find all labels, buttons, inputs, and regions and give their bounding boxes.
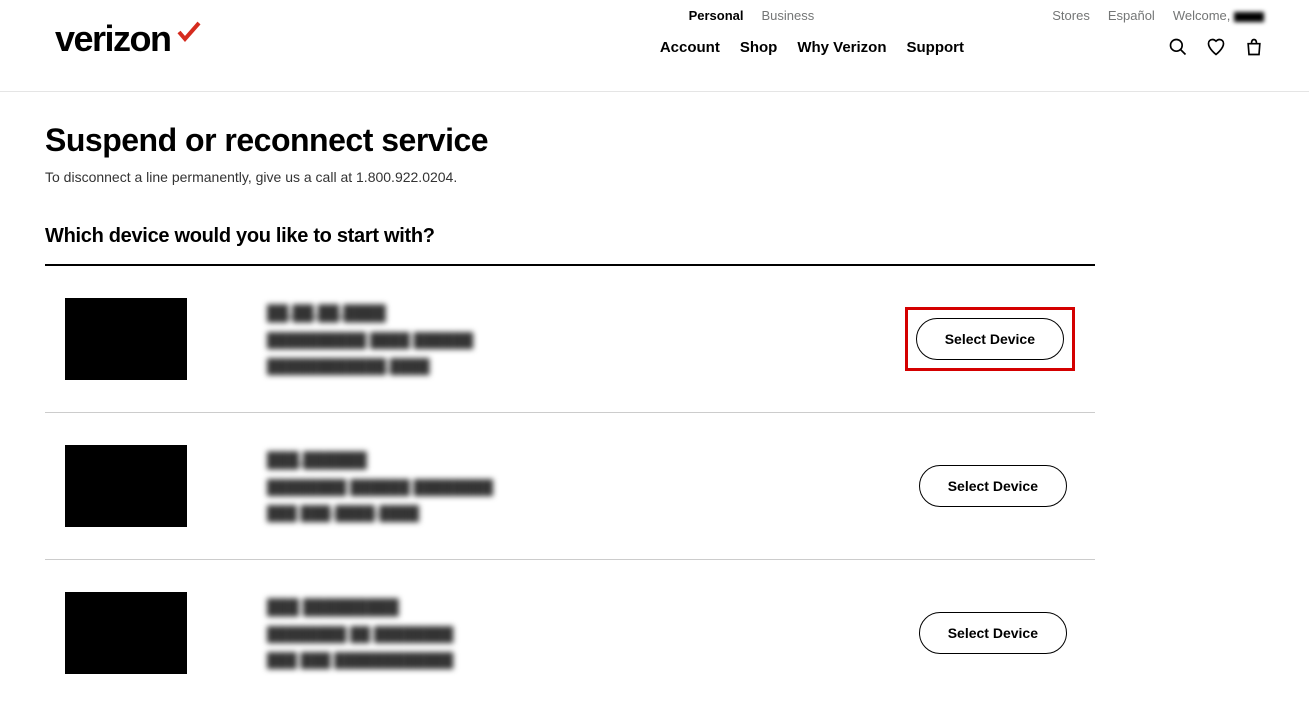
stores-link[interactable]: Stores xyxy=(1052,8,1090,23)
welcome-name-redacted xyxy=(1234,12,1264,22)
nav-support[interactable]: Support xyxy=(907,39,965,56)
device-line2: ████████ ██████ ████████ xyxy=(267,479,831,495)
heart-icon[interactable] xyxy=(1206,37,1226,57)
device-name: ███ █████████ xyxy=(267,599,831,616)
device-image xyxy=(65,592,187,674)
welcome-label: Welcome, xyxy=(1173,8,1231,23)
page-subtitle: To disconnect a line permanently, give u… xyxy=(45,169,1095,185)
device-image xyxy=(65,445,187,527)
select-button-highlight: Select Device xyxy=(905,307,1075,371)
business-link[interactable]: Business xyxy=(762,8,815,23)
device-line3: ████████████.████ xyxy=(267,358,825,374)
select-device-button[interactable]: Select Device xyxy=(919,465,1067,507)
logo-text: verizon xyxy=(55,18,171,60)
site-header: verizon Personal Business Stores Español… xyxy=(0,0,1309,92)
device-row: ███ █████████ ████████ ██ ████████ ███ █… xyxy=(45,560,1095,706)
logo-checkmark-icon xyxy=(173,21,201,48)
page-title: Suspend or reconnect service xyxy=(45,122,1095,159)
header-icons xyxy=(1168,37,1264,57)
select-device-button[interactable]: Select Device xyxy=(916,318,1064,360)
search-icon[interactable] xyxy=(1168,37,1188,57)
select-button-wrapper: Select Device xyxy=(911,457,1075,515)
device-line3: ███ ███-████-████ xyxy=(267,505,831,521)
device-row: ██.██.██.████ ██████████ ████ ██████ ███… xyxy=(45,266,1095,413)
logo[interactable]: verizon xyxy=(55,8,201,60)
nav-why-verizon[interactable]: Why Verizon xyxy=(797,39,886,56)
main-content: Suspend or reconnect service To disconne… xyxy=(0,92,1140,706)
device-row: ███.██████ ████████ ██████ ████████ ███ … xyxy=(45,413,1095,560)
personal-link[interactable]: Personal xyxy=(689,8,744,23)
device-info: ██.██.██.████ ██████████ ████ ██████ ███… xyxy=(267,305,825,374)
bag-icon[interactable] xyxy=(1244,37,1264,57)
device-image xyxy=(65,298,187,380)
device-name: ███.██████ xyxy=(267,452,831,469)
section-title: Which device would you like to start wit… xyxy=(45,225,1095,248)
main-nav: Account Shop Why Verizon Support xyxy=(660,39,964,56)
device-list: ██.██.██.████ ██████████ ████ ██████ ███… xyxy=(45,264,1095,706)
device-line3: ███ ███ ████████████ xyxy=(267,652,831,668)
espanol-link[interactable]: Español xyxy=(1108,8,1155,23)
device-info: ███.██████ ████████ ██████ ████████ ███ … xyxy=(267,452,831,521)
nav-shop[interactable]: Shop xyxy=(740,39,778,56)
device-line2: ██████████ ████ ██████ xyxy=(267,332,825,348)
header-right: Personal Business Stores Español Welcome… xyxy=(660,8,1264,57)
top-links: Personal Business Stores Español Welcome… xyxy=(689,8,1264,23)
select-button-wrapper: Select Device xyxy=(911,604,1075,662)
welcome-link[interactable]: Welcome, xyxy=(1173,8,1264,23)
nav-account[interactable]: Account xyxy=(660,39,720,56)
device-name: ██.██.██.████ xyxy=(267,305,825,322)
device-info: ███ █████████ ████████ ██ ████████ ███ █… xyxy=(267,599,831,668)
main-nav-row: Account Shop Why Verizon Support xyxy=(660,37,1264,57)
segment-links: Personal Business xyxy=(689,8,815,23)
select-device-button[interactable]: Select Device xyxy=(919,612,1067,654)
device-line2: ████████ ██ ████████ xyxy=(267,626,831,642)
